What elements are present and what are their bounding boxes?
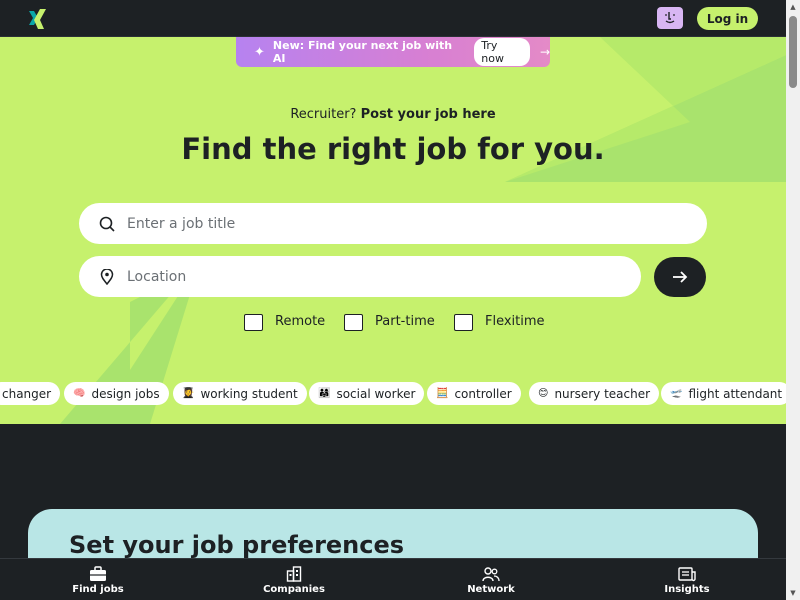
nav-label: Find jobs bbox=[72, 584, 124, 595]
sparkle-icon: ✦ bbox=[254, 44, 265, 60]
chip-label: nursery teacher bbox=[554, 386, 651, 401]
chip-label: changer bbox=[2, 386, 52, 401]
chip-nursery-teacher[interactable]: 😊 nursery teacher bbox=[529, 382, 660, 405]
location-placeholder: Location bbox=[127, 268, 187, 285]
page-scrollbar[interactable]: ▲ ▼ bbox=[786, 0, 800, 600]
search-submit-button[interactable] bbox=[654, 257, 706, 297]
nav-companies[interactable]: Companies bbox=[239, 559, 349, 600]
top-nav: Log in bbox=[0, 0, 786, 37]
post-job-link[interactable]: Post your job here bbox=[361, 107, 496, 122]
arrow-right-icon bbox=[673, 271, 688, 283]
briefcase-icon bbox=[89, 565, 107, 583]
hero-section: ✦ New: Find your next job with AI Try no… bbox=[0, 37, 786, 424]
xing-logo-icon[interactable] bbox=[27, 7, 51, 31]
chip-career-changer[interactable]: changer bbox=[0, 382, 61, 405]
recruiter-prefix: Recruiter? bbox=[290, 107, 357, 122]
location-input[interactable]: Location bbox=[79, 256, 641, 297]
scroll-down-arrow-icon[interactable]: ▼ bbox=[786, 586, 800, 600]
nav-label: Network bbox=[467, 584, 515, 595]
bottom-nav: Find jobs Companies Network Insights bbox=[0, 558, 786, 600]
chip-controller[interactable]: 🧮 controller bbox=[427, 382, 521, 405]
try-now-button[interactable]: Try now bbox=[474, 38, 530, 66]
part-time-label: Part-time bbox=[375, 314, 435, 329]
chip-social-worker[interactable]: 👨‍👩‍👧 social worker bbox=[309, 382, 425, 405]
ai-job-banner[interactable]: ✦ New: Find your next job with AI Try no… bbox=[236, 37, 550, 67]
scrollbar-thumb[interactable] bbox=[789, 16, 797, 88]
chip-label: social worker bbox=[336, 386, 416, 401]
chip-design-jobs[interactable]: 🧠 design jobs bbox=[64, 382, 169, 405]
student-icon: 👩‍🎓 bbox=[182, 388, 195, 399]
ai-banner-text: New: Find your next job with AI bbox=[272, 39, 453, 65]
nav-find-jobs[interactable]: Find jobs bbox=[43, 559, 153, 600]
abacus-icon: 🧮 bbox=[436, 388, 449, 399]
chip-flight-attendant[interactable]: 🛫 flight attendant bbox=[661, 382, 786, 405]
job-title-placeholder: Enter a job title bbox=[127, 215, 236, 232]
flexitime-label: Flexitime bbox=[485, 314, 545, 329]
location-pin-icon bbox=[98, 268, 116, 286]
login-button[interactable]: Log in bbox=[697, 7, 758, 30]
face-icon[interactable] bbox=[657, 7, 683, 29]
arrow-right-icon: → bbox=[539, 45, 550, 59]
remote-checkbox[interactable] bbox=[244, 314, 263, 331]
recruiter-line: Recruiter? Post your job here bbox=[0, 107, 786, 122]
nav-insights[interactable]: Insights bbox=[632, 559, 742, 600]
nav-label: Insights bbox=[664, 584, 710, 595]
part-time-checkbox[interactable] bbox=[344, 314, 363, 331]
remote-label: Remote bbox=[275, 314, 326, 329]
nav-label: Companies bbox=[263, 584, 325, 595]
airplane-icon: 🛫 bbox=[670, 388, 683, 399]
building-icon bbox=[286, 565, 302, 583]
nav-network[interactable]: Network bbox=[436, 559, 546, 600]
chip-label: flight attendant bbox=[688, 386, 783, 401]
family-icon: 👨‍👩‍👧 bbox=[318, 388, 331, 399]
chip-label: working student bbox=[200, 386, 298, 401]
smiley-icon: 😊 bbox=[538, 388, 549, 399]
brain-icon: 🧠 bbox=[73, 388, 86, 399]
news-icon bbox=[678, 565, 696, 583]
page-headline: Find the right job for you. bbox=[181, 132, 605, 166]
chip-working-student[interactable]: 👩‍🎓 working student bbox=[173, 382, 307, 405]
scroll-up-arrow-icon[interactable]: ▲ bbox=[786, 0, 800, 14]
search-icon bbox=[98, 215, 116, 233]
chip-label: controller bbox=[454, 386, 512, 401]
chip-label: design jobs bbox=[91, 386, 160, 401]
people-icon bbox=[482, 565, 500, 583]
preferences-title: Set your job preferences bbox=[69, 531, 405, 559]
flexitime-checkbox[interactable] bbox=[454, 314, 473, 331]
job-title-input[interactable]: Enter a job title bbox=[79, 203, 707, 244]
